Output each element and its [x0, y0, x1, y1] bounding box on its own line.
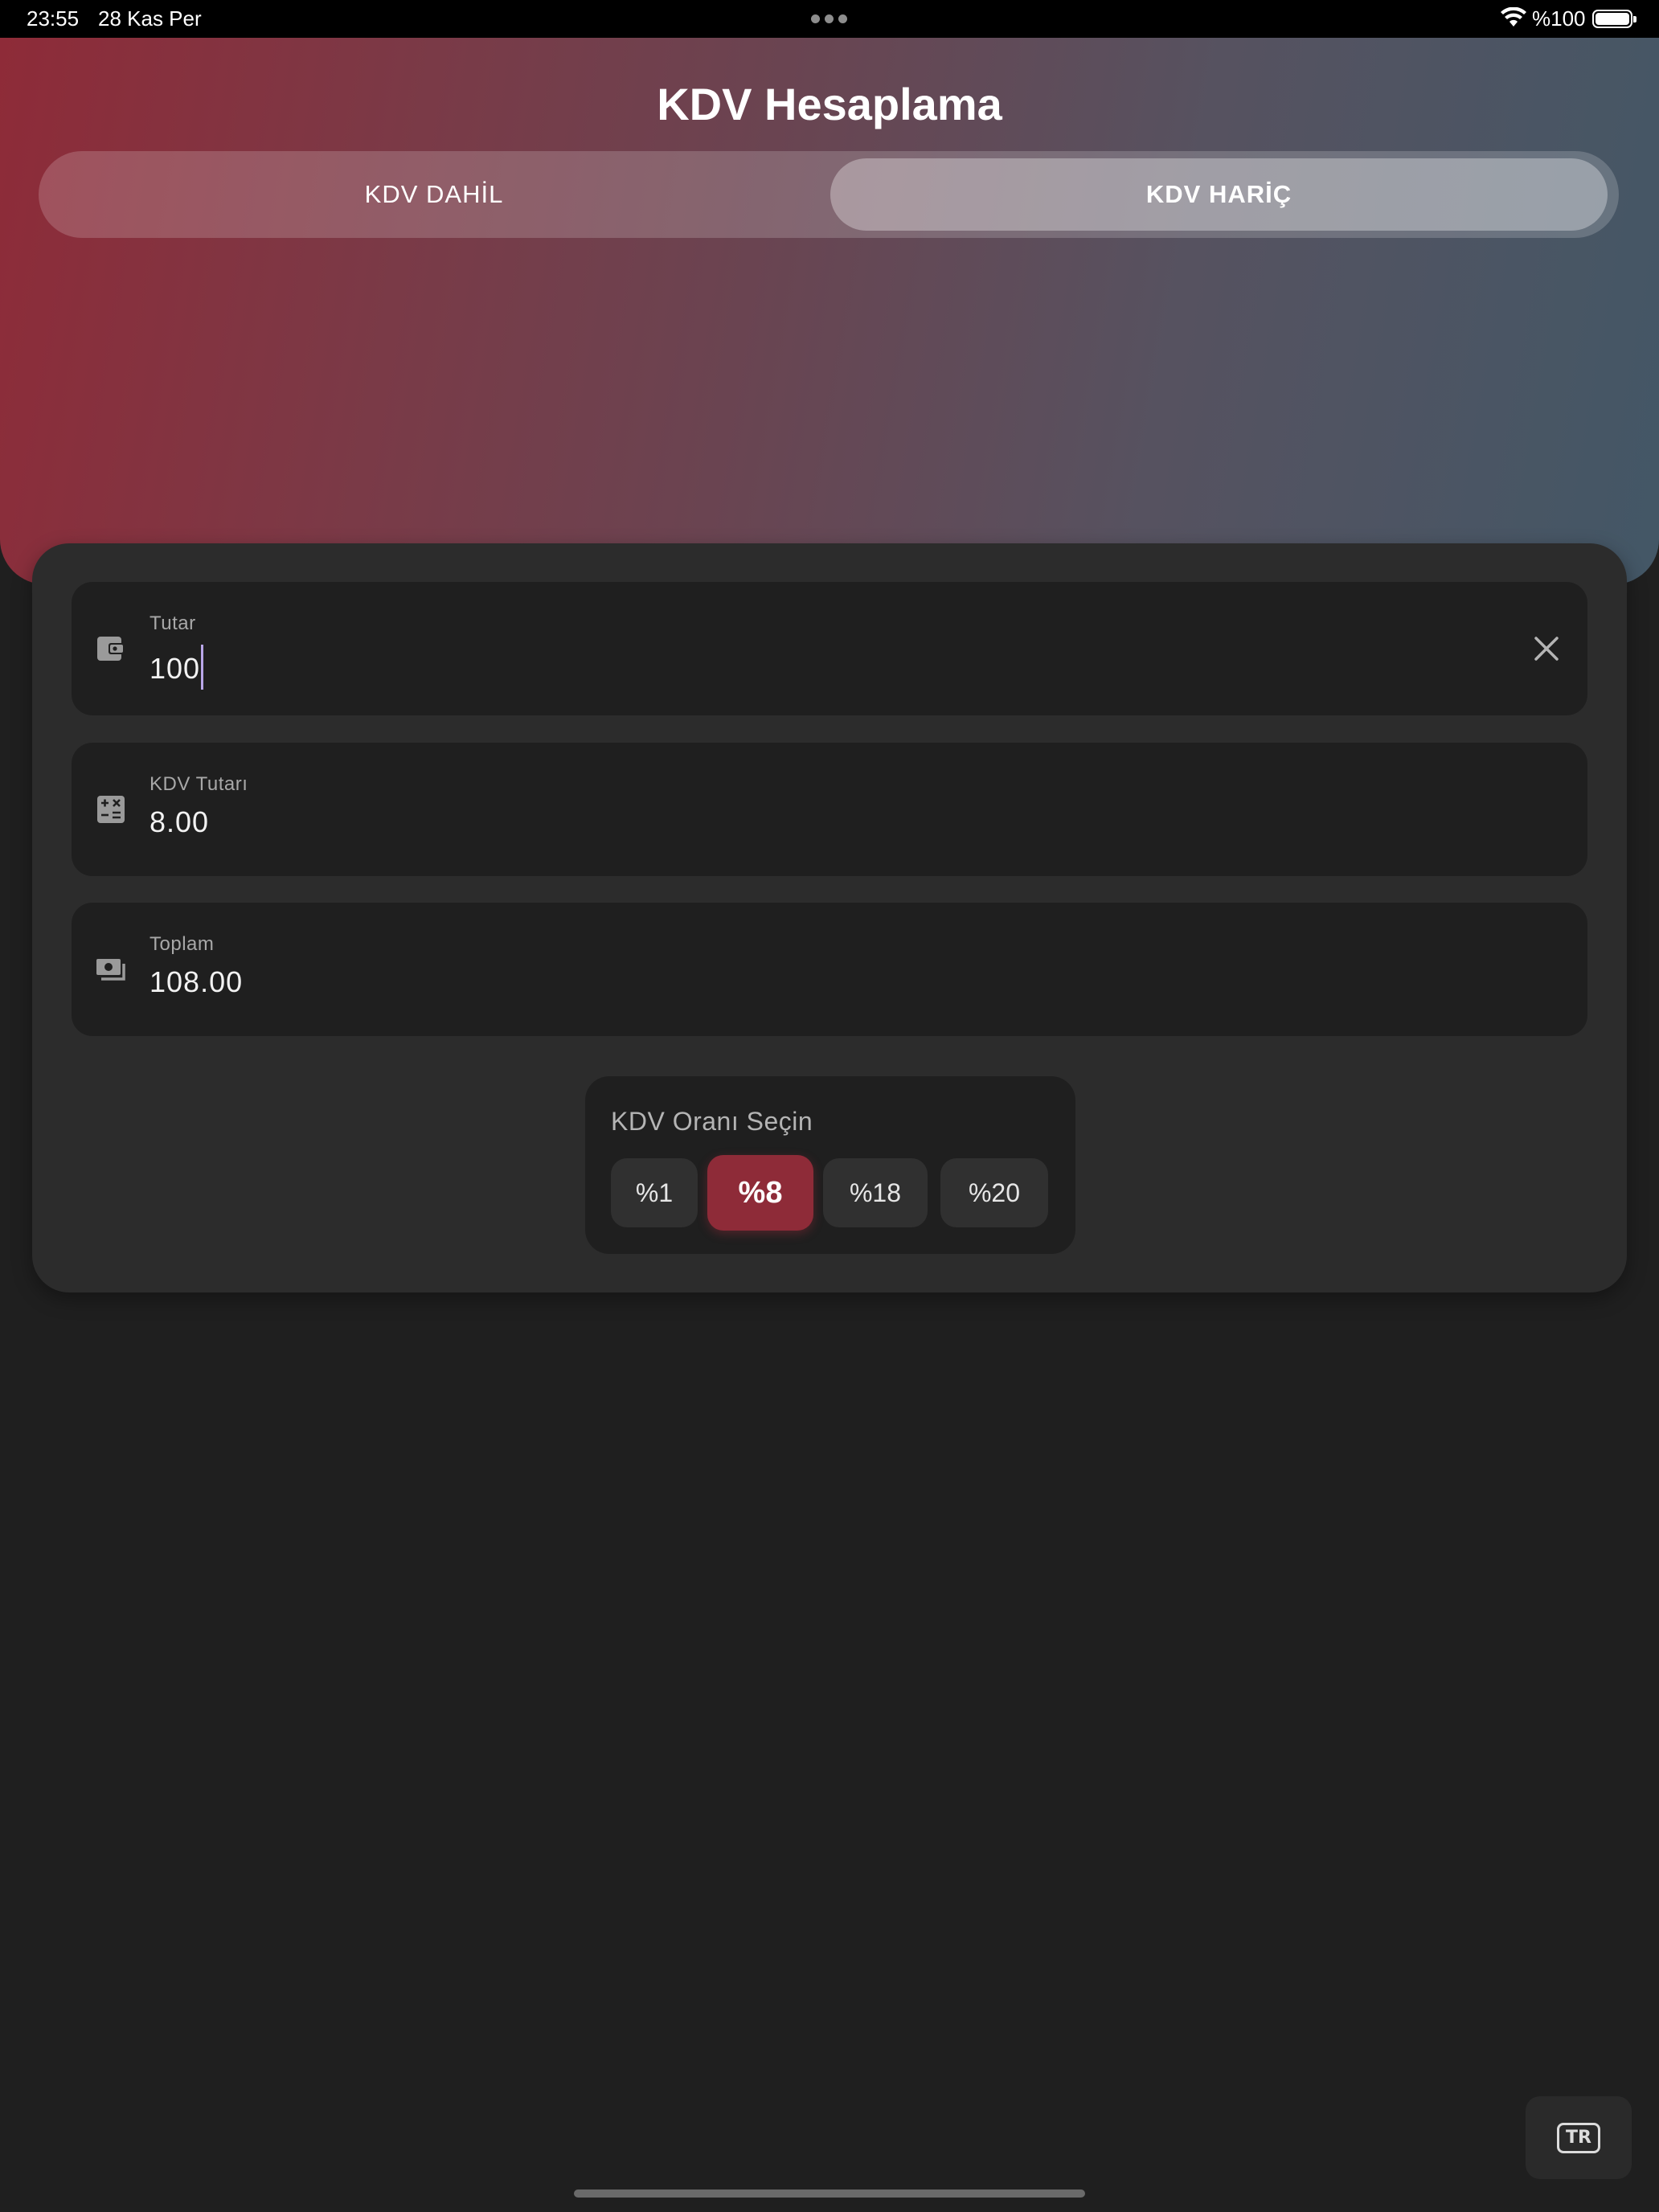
status-time: 23:55	[27, 6, 80, 31]
tab-vat-included[interactable]: KDV DAHİL	[46, 158, 822, 231]
amount-value: 100	[150, 652, 201, 685]
vat-rate-title: KDV Oranı Seçin	[611, 1107, 813, 1136]
status-bar: 23:55 28 Kas Per %100	[0, 0, 1659, 38]
rate-option-8[interactable]: %8	[707, 1155, 813, 1231]
amount-label: Tutar	[150, 612, 196, 634]
wallet-icon	[97, 637, 125, 661]
status-date: 28 Kas Per	[98, 6, 202, 31]
language-icon: TR	[1557, 2122, 1600, 2153]
vat-amount-field: KDV Tutarı 8.00	[72, 743, 1587, 876]
total-value: 108.00	[150, 965, 244, 998]
wifi-icon	[1501, 7, 1526, 27]
text-caret	[201, 645, 204, 690]
home-indicator[interactable]	[574, 2189, 1085, 2198]
rate-option-1[interactable]: %1	[611, 1158, 698, 1227]
tab-vat-excluded[interactable]: KDV HARİÇ	[830, 158, 1608, 231]
calculator-card: Tutar 100 KDV Tutarı 8.00 Toplam 108.00 …	[32, 543, 1627, 1292]
battery-icon	[1592, 10, 1636, 28]
clear-amount-button[interactable]	[1528, 630, 1565, 667]
language-button[interactable]: TR	[1526, 2096, 1632, 2179]
vat-amount-value: 8.00	[150, 805, 210, 838]
total-field: Toplam 108.00	[72, 903, 1587, 1036]
calculator-icon	[97, 796, 125, 823]
money-icon	[96, 959, 125, 981]
page-title: KDV Hesaplama	[657, 79, 1002, 129]
close-icon	[1534, 637, 1559, 661]
vat-amount-label: KDV Tutarı	[150, 773, 248, 795]
amount-field[interactable]: Tutar 100	[72, 582, 1587, 715]
total-label: Toplam	[150, 933, 215, 955]
vat-rate-selector: KDV Oranı Seçin %1 %8 %18 %20	[585, 1076, 1075, 1254]
rate-option-20[interactable]: %20	[940, 1158, 1048, 1227]
amount-input[interactable]: 100	[150, 645, 204, 690]
battery-percentage: %100	[1532, 6, 1586, 31]
vat-mode-segmented-control: KDV DAHİL KDV HARİÇ	[39, 151, 1619, 238]
rate-option-18[interactable]: %18	[823, 1158, 928, 1227]
more-dots-icon[interactable]	[811, 14, 847, 23]
